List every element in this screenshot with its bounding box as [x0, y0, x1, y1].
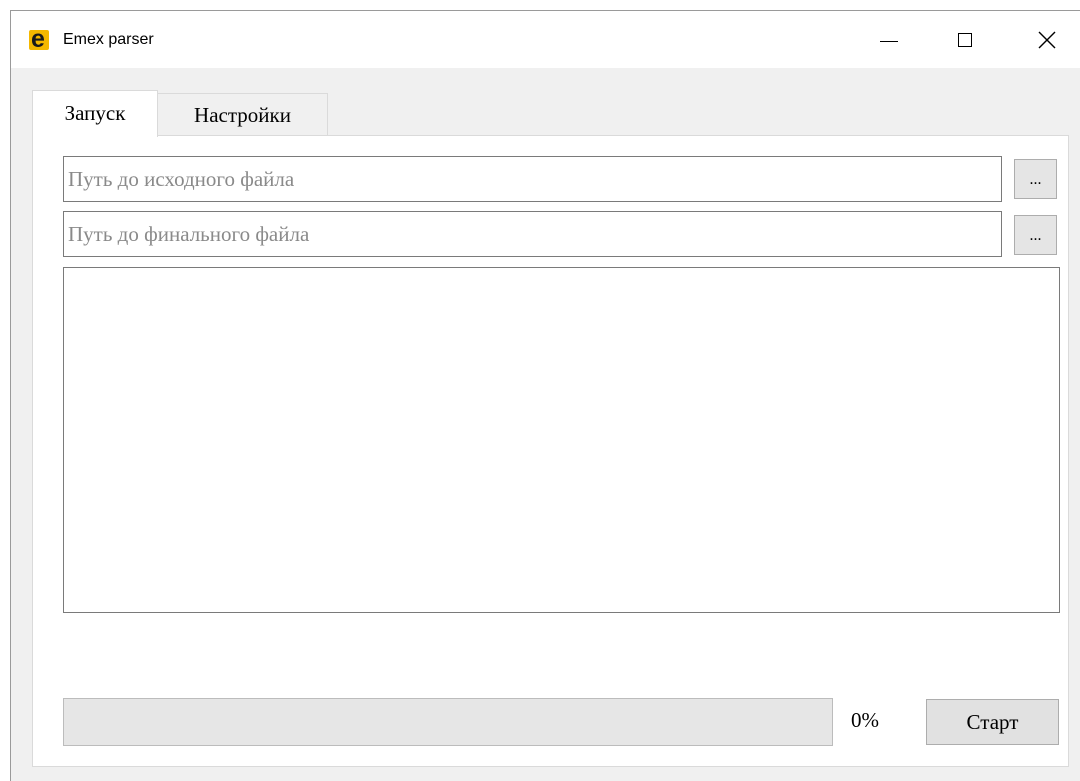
browse-source-button[interactable]: ...: [1014, 159, 1057, 199]
browse-final-button[interactable]: ...: [1014, 215, 1057, 255]
minimize-icon: [880, 41, 898, 42]
window-title: Emex parser: [63, 31, 154, 48]
progress-percent-label: 0%: [851, 708, 879, 732]
close-button[interactable]: [1016, 11, 1076, 68]
tab-launch[interactable]: Запуск: [32, 90, 158, 137]
maximize-icon: [958, 33, 972, 47]
app-logo-letter: e: [31, 25, 45, 53]
app-window: e Emex parser Запуск Настройки ... ... 0…: [10, 10, 1080, 781]
progress-bar: [63, 698, 833, 746]
launch-tab-panel: ... ... 0% Старт: [32, 135, 1069, 767]
final-file-path-input[interactable]: [63, 211, 1002, 257]
app-logo-icon: e: [29, 25, 49, 53]
minimize-button[interactable]: [860, 11, 920, 68]
source-file-path-input[interactable]: [63, 156, 1002, 202]
title-bar[interactable]: e Emex parser: [11, 11, 1080, 68]
close-icon: [1038, 31, 1056, 49]
maximize-button[interactable]: [936, 11, 996, 68]
tab-settings[interactable]: Настройки: [158, 93, 328, 135]
log-output-area[interactable]: [63, 267, 1060, 613]
start-button[interactable]: Старт: [926, 699, 1059, 745]
